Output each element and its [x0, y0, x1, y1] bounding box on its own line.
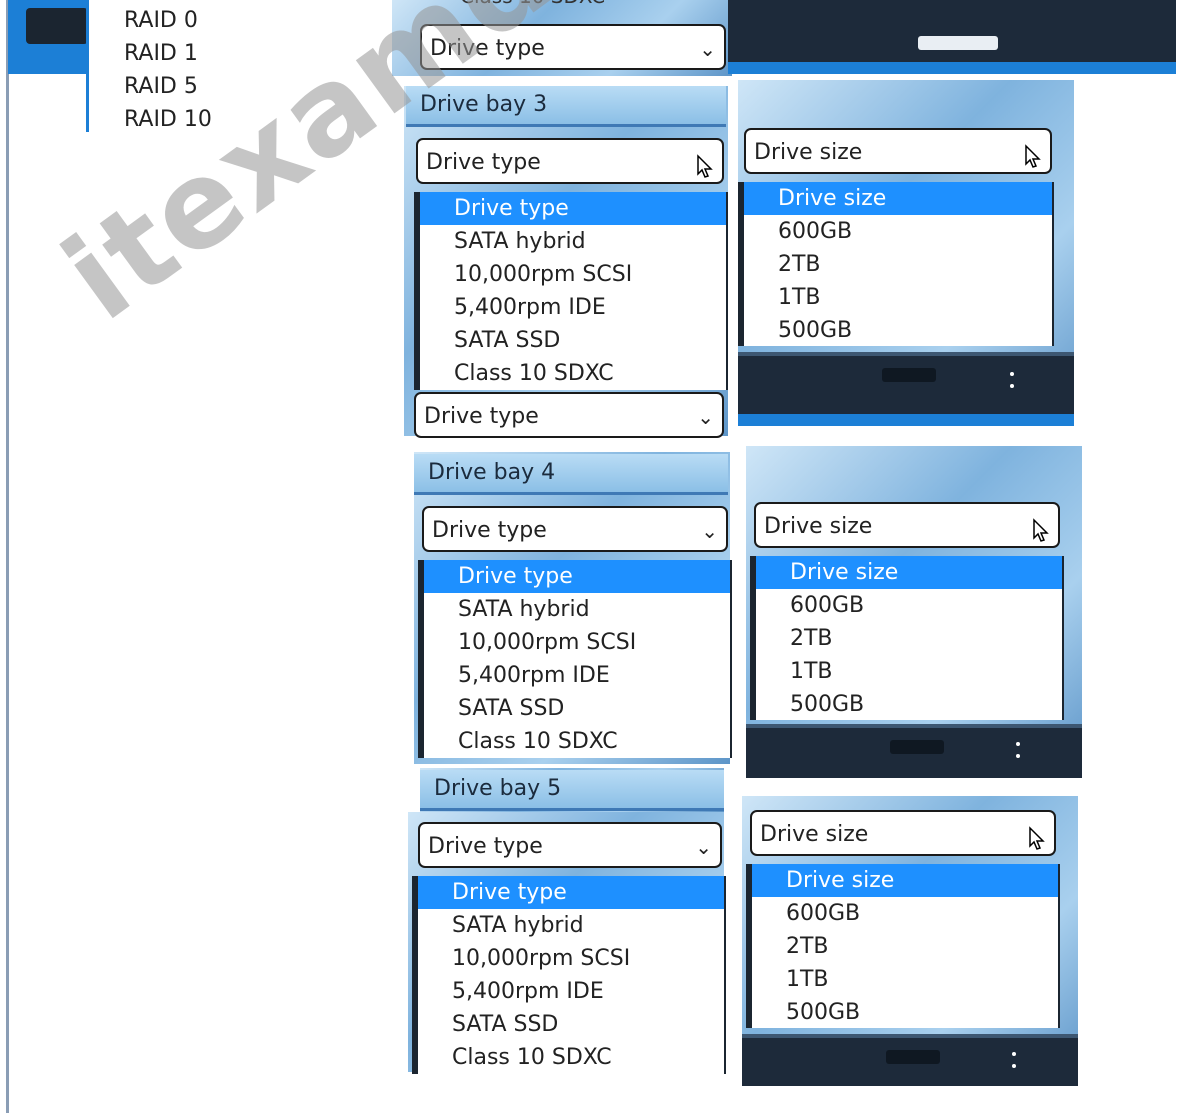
- list-option[interactable]: SATA SSD: [424, 692, 730, 725]
- bay5-drive-type-list: Drive type SATA hybrid 10,000rpm SCSI 5,…: [412, 876, 726, 1074]
- drive-handle[interactable]: [886, 1050, 940, 1064]
- raid-option[interactable]: RAID 1: [124, 37, 212, 70]
- frame-bar: [738, 414, 1074, 426]
- list-option[interactable]: Drive size: [756, 556, 1062, 589]
- cursor-icon: [696, 151, 714, 197]
- list-option[interactable]: Drive type: [424, 560, 730, 593]
- raid-option[interactable]: RAID 5: [124, 70, 212, 103]
- list-option[interactable]: Drive type: [418, 876, 724, 909]
- list-option[interactable]: 2TB: [752, 930, 1058, 963]
- select-value: Drive type: [432, 518, 547, 543]
- bay4-chassis: [746, 724, 1082, 778]
- select-value: Drive size: [764, 514, 873, 539]
- list-option[interactable]: 2TB: [744, 248, 1052, 281]
- list-option[interactable]: 500GB: [752, 996, 1058, 1029]
- bay5-drive-size-list: Drive size 600GB 2TB 1TB 500GB: [746, 864, 1060, 1028]
- select-value: Drive type: [426, 150, 541, 175]
- list-option[interactable]: 10,000rpm SCSI: [420, 258, 726, 291]
- bay4-drive-size-select[interactable]: Drive size: [754, 502, 1060, 548]
- select-value: Drive size: [754, 140, 863, 165]
- list-option[interactable]: SATA hybrid: [420, 225, 726, 258]
- list-option[interactable]: 600GB: [756, 589, 1062, 622]
- drive-handle[interactable]: [882, 368, 936, 382]
- list-option[interactable]: SATA SSD: [420, 324, 726, 357]
- led-dot: [1016, 742, 1020, 746]
- chevron-down-icon: ⌄: [699, 37, 716, 61]
- list-option[interactable]: 600GB: [744, 215, 1052, 248]
- list-option[interactable]: 600GB: [752, 897, 1058, 930]
- select-value: Drive type: [428, 834, 543, 859]
- drive-handle[interactable]: [890, 740, 944, 754]
- frame-bar: [728, 62, 1176, 74]
- list-option[interactable]: 10,000rpm SCSI: [418, 942, 724, 975]
- list-option[interactable]: Class 10 SDXC: [424, 725, 730, 758]
- list-option[interactable]: 1TB: [752, 963, 1058, 996]
- bay5-drive-size-select[interactable]: Drive size: [750, 810, 1056, 856]
- drive-handle[interactable]: [918, 36, 998, 50]
- raid-option[interactable]: RAID 0: [124, 4, 212, 37]
- list-option[interactable]: 5,400rpm IDE: [420, 291, 726, 324]
- truncated-option: Class 10 SDXC: [460, 0, 605, 8]
- list-option[interactable]: SATA SSD: [418, 1008, 724, 1041]
- led-dot: [1016, 754, 1020, 758]
- list-option[interactable]: 1TB: [744, 281, 1052, 314]
- chevron-down-icon: ⌄: [695, 835, 712, 859]
- bay5-chassis: [742, 1034, 1078, 1086]
- list-option[interactable]: 10,000rpm SCSI: [424, 626, 730, 659]
- list-option[interactable]: SATA hybrid: [418, 909, 724, 942]
- select-value: Drive type: [430, 36, 545, 61]
- bay2-chassis: [728, 0, 1176, 62]
- bay5-header: Drive bay 5: [420, 770, 724, 811]
- chevron-down-icon: ⌄: [701, 519, 718, 543]
- bay3-drive-type-select[interactable]: Drive type: [416, 138, 724, 184]
- select-value: Drive size: [760, 822, 869, 847]
- bay4-header: Drive bay 4: [414, 454, 728, 495]
- list-option[interactable]: 500GB: [756, 688, 1062, 721]
- bay3-chassis: [738, 352, 1074, 418]
- left-border: [6, 0, 9, 1113]
- led-dot: [1010, 384, 1014, 388]
- led-dot: [1012, 1064, 1016, 1068]
- select-value: Drive type: [424, 404, 539, 429]
- bay3-drive-size-list: Drive size 600GB 2TB 1TB 500GB: [738, 182, 1054, 346]
- bay4-drive-size-list: Drive size 600GB 2TB 1TB 500GB: [750, 556, 1064, 720]
- led-dot: [1010, 372, 1014, 376]
- list-option[interactable]: 1TB: [756, 655, 1062, 688]
- list-option[interactable]: 2TB: [756, 622, 1062, 655]
- cursor-icon: [1028, 823, 1046, 869]
- list-option[interactable]: 5,400rpm IDE: [424, 659, 730, 692]
- bay3-drive-type-list: Drive type SATA hybrid 10,000rpm SCSI 5,…: [414, 192, 728, 390]
- list-option[interactable]: 500GB: [744, 314, 1052, 347]
- raid-options-list: RAID 0 RAID 1 RAID 5 RAID 10: [124, 4, 212, 136]
- list-option[interactable]: Class 10 SDXC: [420, 357, 726, 390]
- list-option[interactable]: 5,400rpm IDE: [418, 975, 724, 1008]
- raid-option[interactable]: RAID 10: [124, 103, 212, 136]
- led-dot: [1012, 1052, 1016, 1056]
- bay4-drive-type-select[interactable]: Drive type ⌄: [422, 506, 728, 552]
- bay2-drive-type-select[interactable]: Drive type ⌄: [420, 24, 726, 70]
- drive-slot: [26, 8, 88, 44]
- bay3-drive-size-select[interactable]: Drive size: [744, 128, 1052, 174]
- chevron-down-icon: ⌄: [697, 405, 714, 429]
- list-option[interactable]: SATA hybrid: [424, 593, 730, 626]
- list-option[interactable]: Class 10 SDXC: [418, 1041, 724, 1074]
- bay4-drive-type-list: Drive type SATA hybrid 10,000rpm SCSI 5,…: [418, 560, 732, 758]
- cursor-icon: [1032, 515, 1050, 561]
- list-option[interactable]: Drive type: [420, 192, 726, 225]
- bay3-header: Drive bay 3: [406, 86, 726, 127]
- bay3-second-drive-type-select[interactable]: Drive type ⌄: [414, 392, 724, 438]
- bay5-drive-type-select[interactable]: Drive type ⌄: [418, 822, 722, 868]
- list-option[interactable]: Drive size: [752, 864, 1058, 897]
- list-option[interactable]: Drive size: [744, 182, 1052, 215]
- cursor-icon: [1024, 141, 1042, 187]
